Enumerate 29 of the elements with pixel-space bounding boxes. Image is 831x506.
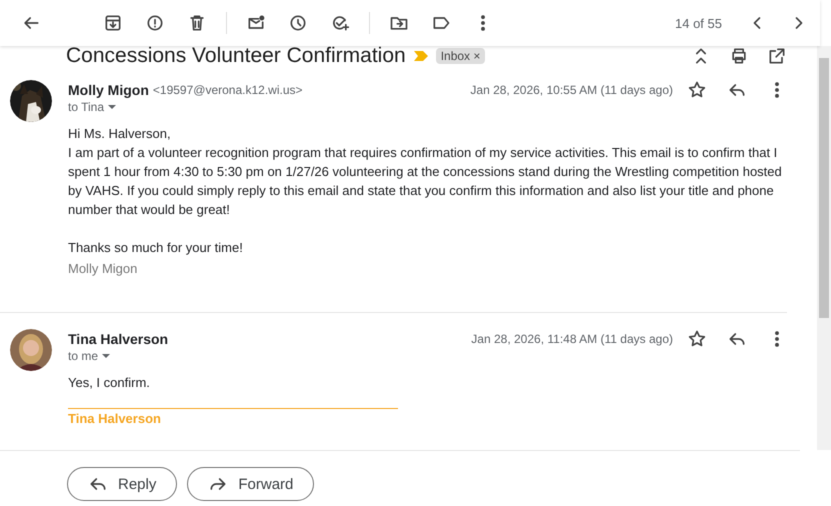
forward-button[interactable]: Forward — [187, 467, 314, 501]
page-counter: 14 of 55 — [675, 16, 722, 30]
scrollbar-thumb[interactable] — [819, 58, 829, 318]
email-subject: Concessions Volunteer Confirmation — [66, 46, 406, 68]
caret-icon[interactable] — [102, 354, 110, 358]
message-text: I am part of a volunteer recognition program that requires confirmation of my service activities. This email is to confirm that I spent 1 hour from 4:30 to 5:30 pm on 1/27/26 volunteering at the concessions stand during the Wrestling competition hosted by VAHS. If you could simply reply to this email and state that you confirm this information and also list your title and phone number that would be great! — [68, 144, 783, 219]
message-date: Jan 28, 2026, 10:55 AM (11 days ago) — [470, 83, 673, 97]
signature: Tina Halverson — [68, 411, 162, 426]
add-task-icon[interactable] — [330, 13, 350, 33]
reply-button[interactable]: Reply — [67, 467, 178, 501]
sender-name: Molly Migon — [68, 82, 149, 98]
avatar — [10, 329, 52, 371]
star-icon[interactable] — [687, 329, 707, 349]
message-text: Thanks so much for your time! — [68, 239, 244, 257]
report-icon[interactable] — [145, 13, 165, 33]
message-text: Hi Ms. Halverson, — [68, 125, 172, 143]
caret-icon[interactable] — [108, 105, 116, 109]
message-text: Yes, I confirm. — [68, 374, 151, 392]
sender-name: Tina Halverson — [68, 331, 168, 347]
clock-icon[interactable] — [288, 13, 308, 33]
label-chip[interactable]: Inbox × — [436, 48, 486, 64]
message-date: Jan 28, 2026, 11:48 AM (11 days ago) — [471, 332, 673, 346]
archive-icon[interactable] — [103, 13, 123, 33]
recipient: to Tina — [68, 100, 104, 114]
sender-email: <19597@verona.k12.wi.us> — [152, 83, 303, 97]
open-icon[interactable] — [767, 46, 787, 66]
recipient: to me — [68, 349, 98, 363]
star-icon[interactable] — [687, 80, 707, 100]
signature: Molly Migon — [68, 261, 138, 276]
